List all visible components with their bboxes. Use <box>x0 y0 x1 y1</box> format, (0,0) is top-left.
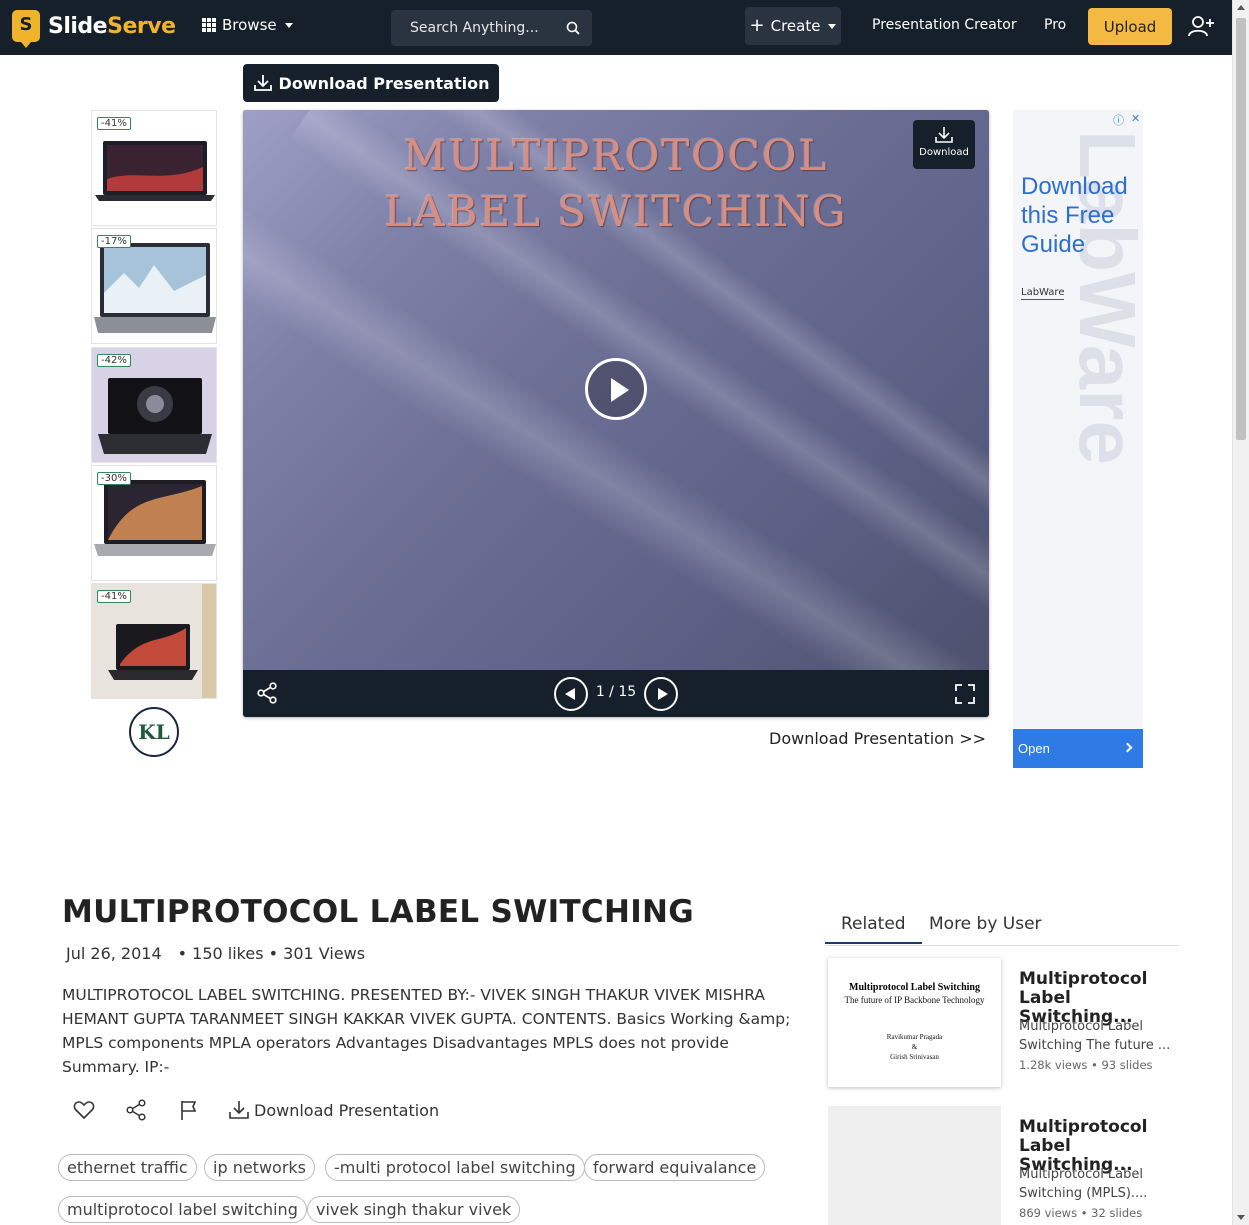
presentation-description: MULTIPROTOCOL LABEL SWITCHING. PRESENTED… <box>62 986 791 1076</box>
ad-open-label: Open <box>1018 741 1050 756</box>
play-icon[interactable] <box>585 358 647 420</box>
info-icon[interactable]: ⓘ <box>1113 112 1124 128</box>
related-stats: 1.28k views • 93 slides <box>1019 1058 1153 1072</box>
download-presentation-label: Download Presentation <box>278 73 490 93</box>
ad-product-tile[interactable]: -30% <box>91 465 217 581</box>
logo-icon: S <box>12 10 40 48</box>
discount-badge: -41% <box>97 117 131 130</box>
right-ad-banner[interactable]: LabWare ⓘ ✕ Download this Free Guide Lab… <box>1013 110 1143 768</box>
related-thumbnail[interactable]: Multiprotocol Label Switching The future… <box>828 958 1001 1087</box>
slide-download-button[interactable]: Download <box>913 120 975 169</box>
sidebar-tabs: Related More by User <box>825 908 1179 946</box>
share-icon[interactable] <box>124 1098 148 1122</box>
related-thumbnail[interactable] <box>828 1106 1001 1225</box>
plus-icon: + <box>749 15 765 36</box>
discount-badge: -41% <box>97 590 131 603</box>
slide-download-label: Download <box>919 147 969 158</box>
download-presentation-link[interactable]: Download Presentation >> <box>769 729 986 748</box>
tag-chip[interactable]: multiprotocol label switching <box>58 1196 307 1223</box>
tab-related[interactable]: Related <box>825 914 922 944</box>
advertiser-logo[interactable]: KL <box>129 707 179 757</box>
slide-viewport[interactable]: MULTIPROTOCOL LABEL SWITCHING Download <box>243 110 989 670</box>
download-icon <box>253 75 272 91</box>
search-icon[interactable] <box>566 21 580 35</box>
chevron-down-icon <box>284 22 293 28</box>
create-label: Create <box>770 17 821 35</box>
laptop-image-icon <box>95 141 215 201</box>
slide-title: MULTIPROTOCOL LABEL SWITCHING <box>384 131 848 236</box>
tag-chip[interactable]: forward equivalance <box>584 1154 766 1181</box>
pro-link[interactable]: Pro <box>1044 17 1066 33</box>
slide-page-counter: 1 / 15 <box>595 684 637 700</box>
scroll-down-arrow-icon[interactable] <box>1237 1215 1245 1220</box>
laptop-image-icon <box>94 480 216 556</box>
create-menu-button[interactable]: + Create <box>745 7 841 45</box>
download-icon <box>229 1101 249 1119</box>
ad-product-tile[interactable]: -41% <box>91 583 217 699</box>
related-item[interactable]: Multiprotocol Label Switching... Multipr… <box>828 1106 1188 1225</box>
download-icon <box>935 127 953 143</box>
player-controls: 1 / 15 <box>243 670 989 717</box>
ad-product-tile[interactable]: -17% <box>91 228 217 344</box>
fullscreen-icon[interactable] <box>955 684 975 704</box>
tag-chip[interactable]: ethernet traffic <box>58 1154 197 1181</box>
page-scrollbar[interactable] <box>1232 0 1249 1225</box>
discount-badge: -30% <box>97 472 131 485</box>
slide-player: MULTIPROTOCOL LABEL SWITCHING Download 1… <box>243 110 989 717</box>
search-input[interactable] <box>391 10 561 46</box>
ad-product-tile[interactable]: -42% <box>91 347 217 463</box>
next-slide-icon[interactable] <box>644 677 678 711</box>
ad-headline[interactable]: Download this Free Guide <box>1021 172 1141 259</box>
upload-button[interactable]: Upload <box>1088 8 1172 45</box>
thumb-authors: Ravikumar Pragada & Girish Srinivasan <box>886 1033 943 1061</box>
download-presentation-action[interactable]: Download Presentation <box>228 1100 439 1120</box>
ad-product-tile[interactable]: -41% <box>91 110 217 226</box>
tag-chip[interactable]: vivek singh thakur vivek <box>307 1196 521 1223</box>
scroll-up-arrow-icon[interactable] <box>1237 5 1245 10</box>
related-description: Multiprotocol Label Switching (MPLS).... <box>1019 1167 1148 1201</box>
previous-slide-icon[interactable] <box>554 677 588 711</box>
page: S SlideServe Browse + Create Presentatio… <box>0 0 1249 1225</box>
discount-badge: -17% <box>97 235 131 248</box>
presentation-creator-link[interactable]: Presentation Creator <box>872 17 1017 33</box>
ad-open-button[interactable]: Open <box>1013 729 1143 768</box>
top-navbar: S SlideServe Browse + Create Presentatio… <box>0 0 1232 55</box>
heart-icon[interactable] <box>72 1098 96 1122</box>
tag-chip[interactable]: ip networks <box>204 1154 315 1181</box>
presentation-actions: Download Presentation <box>72 1098 439 1122</box>
presentation-stats: • 150 likes • 301 Views <box>177 944 366 963</box>
thumb-subtitle: The future of IP Backbone Technology <box>844 995 985 1005</box>
tab-more-by-user[interactable]: More by User <box>929 914 1042 934</box>
download-presentation-button[interactable]: Download Presentation <box>243 64 499 102</box>
discount-badge: -42% <box>97 354 131 367</box>
close-icon[interactable]: ✕ <box>1131 112 1140 128</box>
thumb-title: Multiprotocol Label Switching <box>849 982 980 993</box>
ad-brand: LabWare <box>1021 287 1065 300</box>
slideserve-logo[interactable]: S SlideServe <box>12 8 176 48</box>
flag-icon[interactable] <box>176 1098 200 1122</box>
laptop-image-icon <box>94 243 216 333</box>
browse-label: Browse <box>222 16 277 34</box>
add-user-icon[interactable] <box>1187 14 1215 40</box>
ad-controls: ⓘ ✕ <box>1113 112 1140 128</box>
related-stats: 869 views • 32 slides <box>1019 1206 1143 1220</box>
related-description: Multiprotocol Label Switching The future… <box>1019 1019 1171 1053</box>
scroll-thumb[interactable] <box>1236 18 1246 440</box>
presentation-meta: Jul 26, 2014 • 150 likes • 301 Views <box>66 944 365 963</box>
related-item[interactable]: Multiprotocol Label Switching The future… <box>828 958 1188 1088</box>
presentation-title: MULTIPROTOCOL LABEL SWITCHING <box>62 894 695 930</box>
share-icon[interactable] <box>256 682 278 704</box>
chevron-down-icon <box>828 23 837 29</box>
chevron-right-icon <box>1122 742 1133 753</box>
browse-menu[interactable]: Browse <box>202 16 293 34</box>
tag-chip[interactable]: -multi protocol label switching <box>325 1154 585 1181</box>
upload-date: Jul 26, 2014 <box>66 944 162 963</box>
search-box <box>391 10 592 46</box>
download-action-label: Download Presentation <box>254 1100 440 1120</box>
logo-text: SlideServe <box>48 13 176 39</box>
grid-icon <box>202 18 216 32</box>
